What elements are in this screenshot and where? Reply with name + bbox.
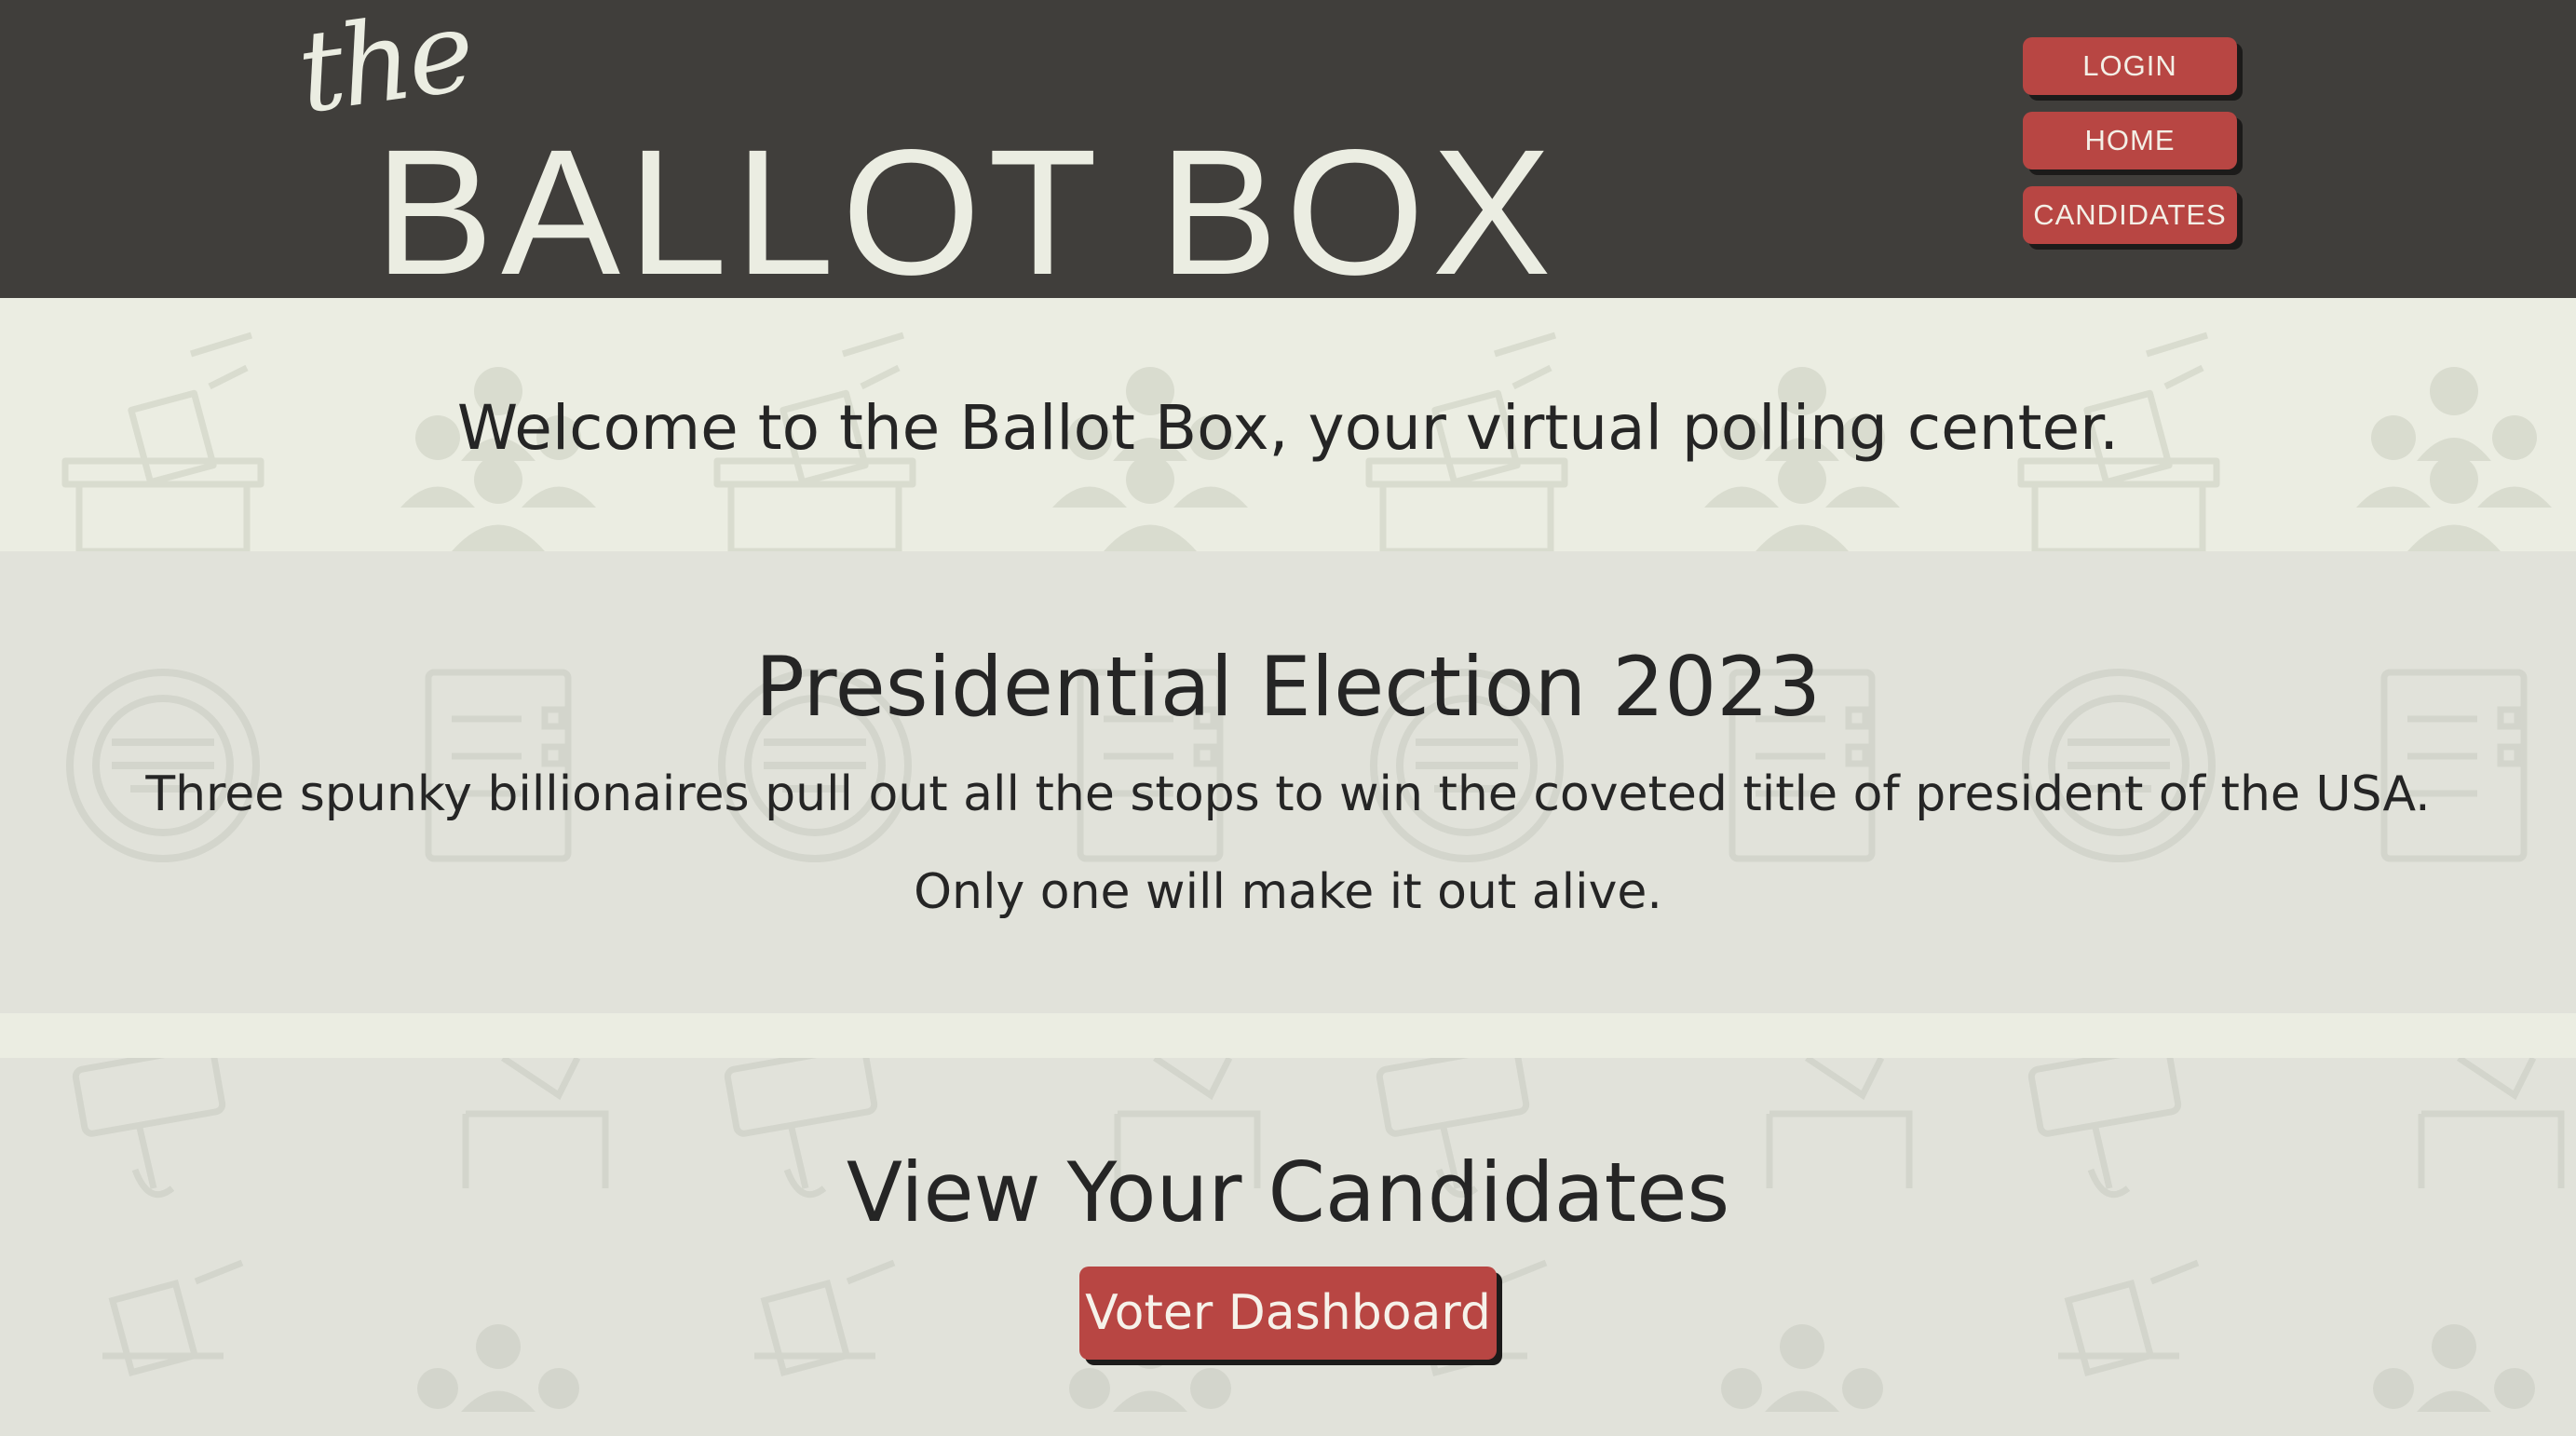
section-divider-bg bbox=[0, 1013, 2576, 1058]
election-title: Presidential Election 2023 bbox=[754, 639, 1822, 735]
candidates-button[interactable]: CANDIDATES bbox=[2023, 186, 2237, 244]
logo-script-text: the bbox=[290, 0, 479, 139]
main-nav: LOGIN HOME CANDIDATES bbox=[2023, 37, 2237, 261]
background-pattern bbox=[0, 1058, 2576, 1436]
site-header: the BALLOT BOX LOGIN HOME CANDIDATES bbox=[0, 0, 2576, 302]
logo-title-text: BALLOT BOX bbox=[374, 112, 1559, 312]
election-tagline: Only one will make it out alive. bbox=[914, 864, 1662, 920]
login-button[interactable]: LOGIN bbox=[2023, 37, 2237, 95]
candidates-section-bg bbox=[0, 1058, 2576, 1436]
site-logo[interactable]: the BALLOT BOX bbox=[291, 0, 1552, 302]
home-button[interactable]: HOME bbox=[2023, 112, 2237, 169]
voter-dashboard-button[interactable]: Voter Dashboard bbox=[1079, 1267, 1497, 1360]
welcome-message: Welcome to the Ballot Box, your virtual … bbox=[456, 392, 2120, 464]
dashboard-button-wrap: Voter Dashboard bbox=[0, 1267, 2576, 1360]
election-description: Three spunky billionaires pull out all t… bbox=[145, 766, 2431, 822]
candidates-title: View Your Candidates bbox=[846, 1145, 1730, 1240]
